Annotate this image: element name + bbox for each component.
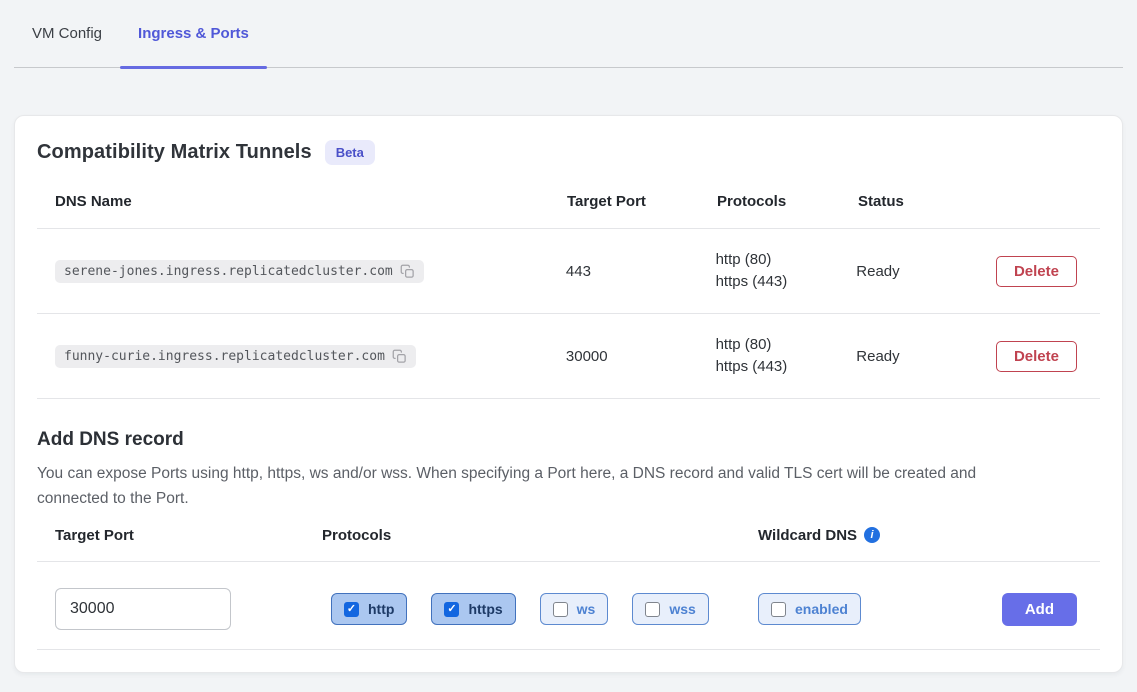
dns-name-pill: funny-curie.ingress.replicatedcluster.co… xyxy=(55,345,416,368)
tab-vm-config[interactable]: VM Config xyxy=(14,0,120,67)
delete-button[interactable]: Delete xyxy=(996,256,1077,287)
table-header-row: DNS Name Target Port Protocols Status xyxy=(37,177,1100,229)
checkbox-icon[interactable] xyxy=(553,602,568,617)
add-form-controls-row: http https ws wss enabled xyxy=(37,562,1100,630)
status-badge: Ready xyxy=(856,263,996,280)
table-row: serene-jones.ingress.replicatedcluster.c… xyxy=(37,229,1100,314)
checkbox-icon[interactable] xyxy=(645,602,660,617)
copy-icon[interactable] xyxy=(400,264,415,279)
info-icon[interactable]: i xyxy=(864,527,880,543)
protocol-chips: http https ws wss xyxy=(322,593,758,625)
copy-icon[interactable] xyxy=(392,349,407,364)
tunnels-card: Compatibility Matrix Tunnels Beta DNS Na… xyxy=(14,115,1123,673)
protocol-checkbox-http[interactable]: http xyxy=(331,593,407,625)
wildcard-dns-enabled-checkbox[interactable]: enabled xyxy=(758,593,861,625)
add-dns-record-title: Add DNS record xyxy=(37,429,1100,451)
beta-badge: Beta xyxy=(325,140,375,165)
header-target-port: Target Port xyxy=(567,193,717,210)
protocol-checkbox-ws[interactable]: ws xyxy=(540,593,609,625)
form-header-target-port: Target Port xyxy=(37,527,322,545)
add-form-header-row: Target Port Protocols Wildcard DNS i xyxy=(37,527,1100,562)
protocol-line: http (80) xyxy=(716,334,857,356)
tab-vm-config-label: VM Config xyxy=(32,25,102,42)
delete-button[interactable]: Delete xyxy=(996,341,1077,372)
cell-target-port: 30000 xyxy=(566,348,716,365)
checkbox-icon[interactable] xyxy=(344,602,359,617)
protocol-chip-label: https xyxy=(468,601,502,617)
tunnels-table: DNS Name Target Port Protocols Status se… xyxy=(37,177,1100,399)
status-badge: Ready xyxy=(856,348,996,365)
header-protocols: Protocols xyxy=(717,193,858,210)
header-status: Status xyxy=(858,193,998,210)
protocol-chip-label: wss xyxy=(669,601,695,617)
protocol-line: https (443) xyxy=(716,356,857,378)
protocol-chip-label: http xyxy=(368,601,394,617)
form-header-wildcard-dns: Wildcard DNS xyxy=(758,527,857,544)
header-dns-name: DNS Name xyxy=(37,193,567,210)
protocol-checkbox-wss[interactable]: wss xyxy=(632,593,708,625)
card-title-row: Compatibility Matrix Tunnels Beta xyxy=(37,140,1100,165)
add-button[interactable]: Add xyxy=(1002,593,1077,626)
tab-bar: VM Config Ingress & Ports xyxy=(14,0,1123,68)
protocol-line: http (80) xyxy=(716,249,857,271)
form-header-protocols: Protocols xyxy=(322,527,758,545)
checkbox-icon[interactable] xyxy=(444,602,459,617)
dns-name-pill: serene-jones.ingress.replicatedcluster.c… xyxy=(55,260,424,283)
checkbox-icon[interactable] xyxy=(771,602,786,617)
tab-ingress-ports[interactable]: Ingress & Ports xyxy=(120,0,267,67)
wildcard-chip-label: enabled xyxy=(795,601,848,617)
page-title: Compatibility Matrix Tunnels xyxy=(37,141,312,164)
dns-name-text: serene-jones.ingress.replicatedcluster.c… xyxy=(64,264,393,279)
protocol-checkbox-https[interactable]: https xyxy=(431,593,515,625)
protocol-line: https (443) xyxy=(716,271,857,293)
tab-ingress-ports-label: Ingress & Ports xyxy=(138,25,249,42)
dns-name-text: funny-curie.ingress.replicatedcluster.co… xyxy=(64,349,385,364)
protocol-chip-label: ws xyxy=(577,601,596,617)
add-dns-record-description: You can expose Ports using http, https, … xyxy=(37,461,1047,511)
cell-target-port: 443 xyxy=(566,263,716,280)
target-port-input[interactable] xyxy=(55,588,231,630)
bottom-divider xyxy=(37,649,1100,650)
table-row: funny-curie.ingress.replicatedcluster.co… xyxy=(37,314,1100,399)
